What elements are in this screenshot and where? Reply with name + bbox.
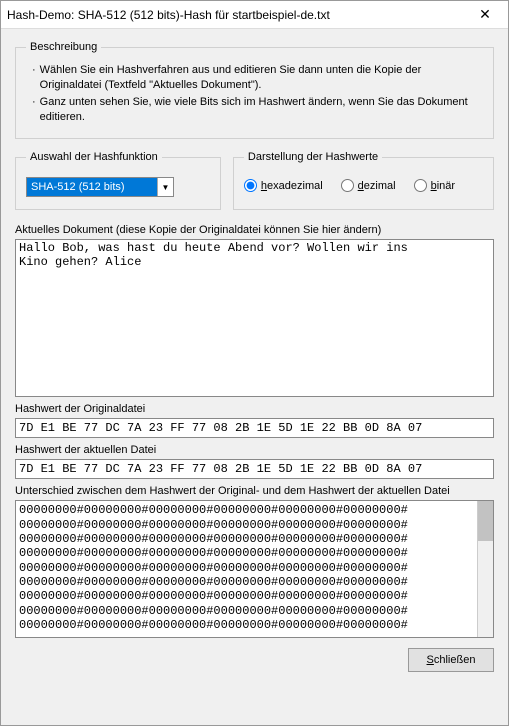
radio-hex-input[interactable]: [244, 179, 257, 192]
hash-function-combobox[interactable]: SHA-512 (512 bits) ▼: [26, 177, 174, 197]
scrollbar-thumb[interactable]: [478, 501, 493, 541]
description-item: Ganz unten sehen Sie, wie viele Bits sic…: [32, 95, 483, 125]
description-group: Beschreibung Wählen Sie ein Hashverfahre…: [15, 41, 494, 139]
current-hash-label: Hashwert der aktuellen Datei: [15, 444, 494, 456]
current-hash-field[interactable]: 7D E1 BE 77 DC 7A 23 FF 77 08 2B 1E 5D 1…: [15, 459, 494, 479]
diff-text: 00000000#00000000#00000000#00000000#0000…: [16, 501, 477, 637]
description-legend: Beschreibung: [26, 41, 101, 53]
hash-select-group: Auswahl der Hashfunktion SHA-512 (512 bi…: [15, 151, 221, 210]
current-doc-textarea[interactable]: [15, 239, 494, 397]
chevron-down-icon: ▼: [157, 178, 173, 196]
content: Beschreibung Wählen Sie ein Hashverfahre…: [1, 29, 508, 725]
radio-bin-input[interactable]: [414, 179, 427, 192]
diff-textarea[interactable]: 00000000#00000000#00000000#00000000#0000…: [15, 500, 494, 638]
radio-binary[interactable]: binär: [414, 179, 455, 192]
description-list: Wählen Sie ein Hashverfahren aus und edi…: [32, 63, 483, 124]
hash-select-legend: Auswahl der Hashfunktion: [26, 151, 162, 163]
scrollbar[interactable]: [477, 501, 493, 637]
current-doc-label: Aktuelles Dokument (diese Kopie der Orig…: [15, 224, 494, 236]
orig-hash-field[interactable]: 7D E1 BE 77 DC 7A 23 FF 77 08 2B 1E 5D 1…: [15, 418, 494, 438]
radio-decimal[interactable]: dezimal: [341, 179, 396, 192]
diff-label: Unterschied zwischen dem Hashwert der Or…: [15, 485, 494, 497]
representation-legend: Darstellung der Hashwerte: [244, 151, 382, 163]
close-button[interactable]: Schließen: [408, 648, 494, 672]
radio-dec-input[interactable]: [341, 179, 354, 192]
close-icon[interactable]: ✕: [464, 2, 506, 28]
dialog: Hash-Demo: SHA-512 (512 bits)-Hash für s…: [0, 0, 509, 726]
orig-hash-label: Hashwert der Originaldatei: [15, 403, 494, 415]
window-title: Hash-Demo: SHA-512 (512 bits)-Hash für s…: [7, 8, 464, 22]
representation-group: Darstellung der Hashwerte hexadezimal de…: [233, 151, 494, 210]
hash-function-selected: SHA-512 (512 bits): [27, 178, 157, 196]
radio-hexadecimal[interactable]: hexadezimal: [244, 179, 323, 192]
description-item: Wählen Sie ein Hashverfahren aus und edi…: [32, 63, 483, 93]
titlebar: Hash-Demo: SHA-512 (512 bits)-Hash für s…: [1, 1, 508, 29]
